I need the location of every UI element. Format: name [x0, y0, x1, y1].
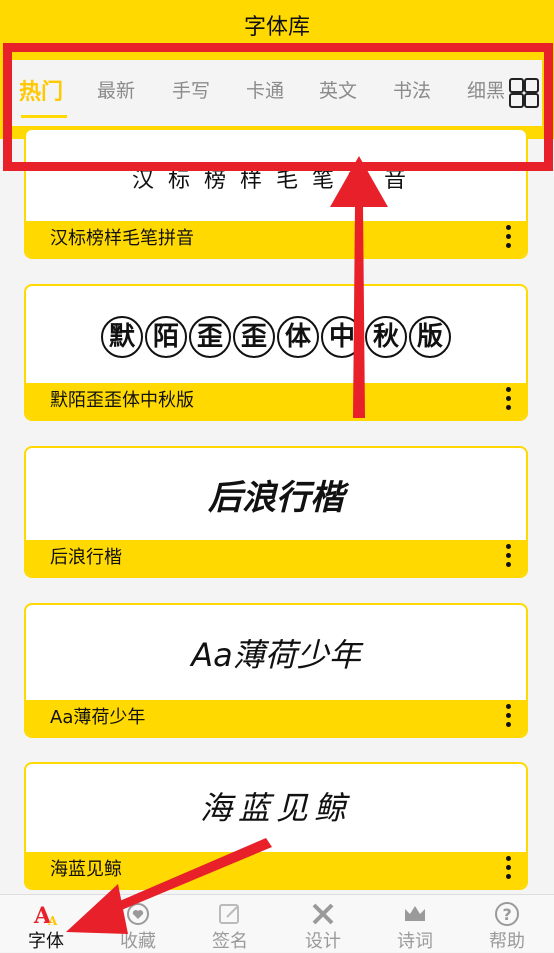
- nav-label: 签名: [212, 931, 248, 952]
- tab-thin-black[interactable]: 细黑: [467, 76, 505, 103]
- nav-label: 收藏: [120, 931, 156, 952]
- font-name: 后浪行楷: [26, 540, 526, 576]
- tab-hot[interactable]: 热门: [19, 74, 63, 106]
- active-tab-indicator: [21, 115, 67, 118]
- font-name: 汉标榜样毛笔拼音: [26, 221, 526, 257]
- app-header: 字体库: [0, 0, 554, 44]
- tab-english[interactable]: 英文: [319, 76, 357, 103]
- font-preview: 后浪行楷: [208, 478, 344, 518]
- font-aa-icon: A A: [33, 903, 58, 927]
- preview-char: 体: [277, 316, 319, 358]
- tab-latest[interactable]: 最新: [97, 76, 135, 103]
- preview-char: 中: [321, 316, 363, 358]
- nav-item-help[interactable]: ? 帮助: [461, 895, 553, 952]
- tab-calligraphy[interactable]: 书法: [393, 76, 431, 103]
- nav-item-poetry[interactable]: 诗词: [369, 895, 461, 952]
- category-tab-bar: 热门 最新 手写 卡通 英文 书法 细黑: [0, 44, 554, 139]
- font-card[interactable]: 后浪行楷 后浪行楷: [24, 446, 528, 578]
- crown-icon: [405, 906, 425, 921]
- preview-char: 默: [101, 316, 143, 358]
- nav-item-signature[interactable]: 签名: [184, 895, 276, 952]
- svg-text:?: ?: [503, 905, 512, 924]
- preview-char: 版: [409, 316, 451, 358]
- nav-label: 设计: [305, 931, 341, 952]
- design-tools-icon: [312, 903, 334, 925]
- more-options-icon[interactable]: [506, 387, 512, 413]
- font-card[interactable]: 默陌歪歪体中秋版 默陌歪歪体中秋版: [24, 284, 528, 421]
- font-preview: 默陌歪歪体中秋版: [26, 316, 526, 363]
- preview-char: 歪: [233, 316, 275, 358]
- more-options-icon[interactable]: [506, 544, 512, 570]
- more-options-icon[interactable]: [506, 225, 512, 251]
- nav-label: 帮助: [489, 931, 525, 952]
- more-options-icon[interactable]: [506, 704, 512, 730]
- preview-char: 陌: [145, 316, 187, 358]
- heart-icon: [127, 903, 149, 925]
- nav-item-fonts[interactable]: A A 字体: [0, 895, 92, 952]
- nav-item-design[interactable]: 设计: [277, 895, 369, 952]
- font-card[interactable]: Aa薄荷少年 Aa薄荷少年: [24, 603, 528, 738]
- font-preview: 海蓝见鲸: [199, 789, 352, 827]
- category-tabs: 热门 最新 手写 卡通 英文 书法 细黑: [12, 60, 542, 126]
- nav-label: 诗词: [397, 931, 433, 952]
- tab-cartoon[interactable]: 卡通: [246, 76, 284, 103]
- tab-handwriting[interactable]: 手写: [172, 76, 210, 103]
- edit-icon: [219, 904, 239, 924]
- font-card[interactable]: 汉标榜样毛笔拼音 汉标榜样毛笔拼音: [24, 128, 528, 259]
- font-card[interactable]: 海蓝见鲸 海蓝见鲸: [24, 762, 528, 890]
- svg-text:A: A: [47, 914, 58, 927]
- preview-char: 秋: [365, 316, 407, 358]
- bottom-nav: A A 字体 收藏 签名 设计 诗词 ? 帮助: [0, 894, 554, 952]
- preview-char: 歪: [189, 316, 231, 358]
- grid-icon[interactable]: [509, 78, 539, 108]
- more-options-icon[interactable]: [506, 856, 512, 882]
- question-icon: ?: [495, 902, 519, 926]
- font-preview: 汉标榜样毛笔拼音: [131, 168, 420, 193]
- nav-item-favorites[interactable]: 收藏: [92, 895, 184, 952]
- font-name: 海蓝见鲸: [26, 852, 526, 888]
- font-name: 默陌歪歪体中秋版: [26, 383, 526, 419]
- page-title: 字体库: [243, 15, 310, 40]
- font-name: Aa薄荷少年: [26, 700, 526, 736]
- nav-label: 字体: [28, 931, 64, 952]
- font-preview: Aa薄荷少年: [191, 636, 361, 674]
